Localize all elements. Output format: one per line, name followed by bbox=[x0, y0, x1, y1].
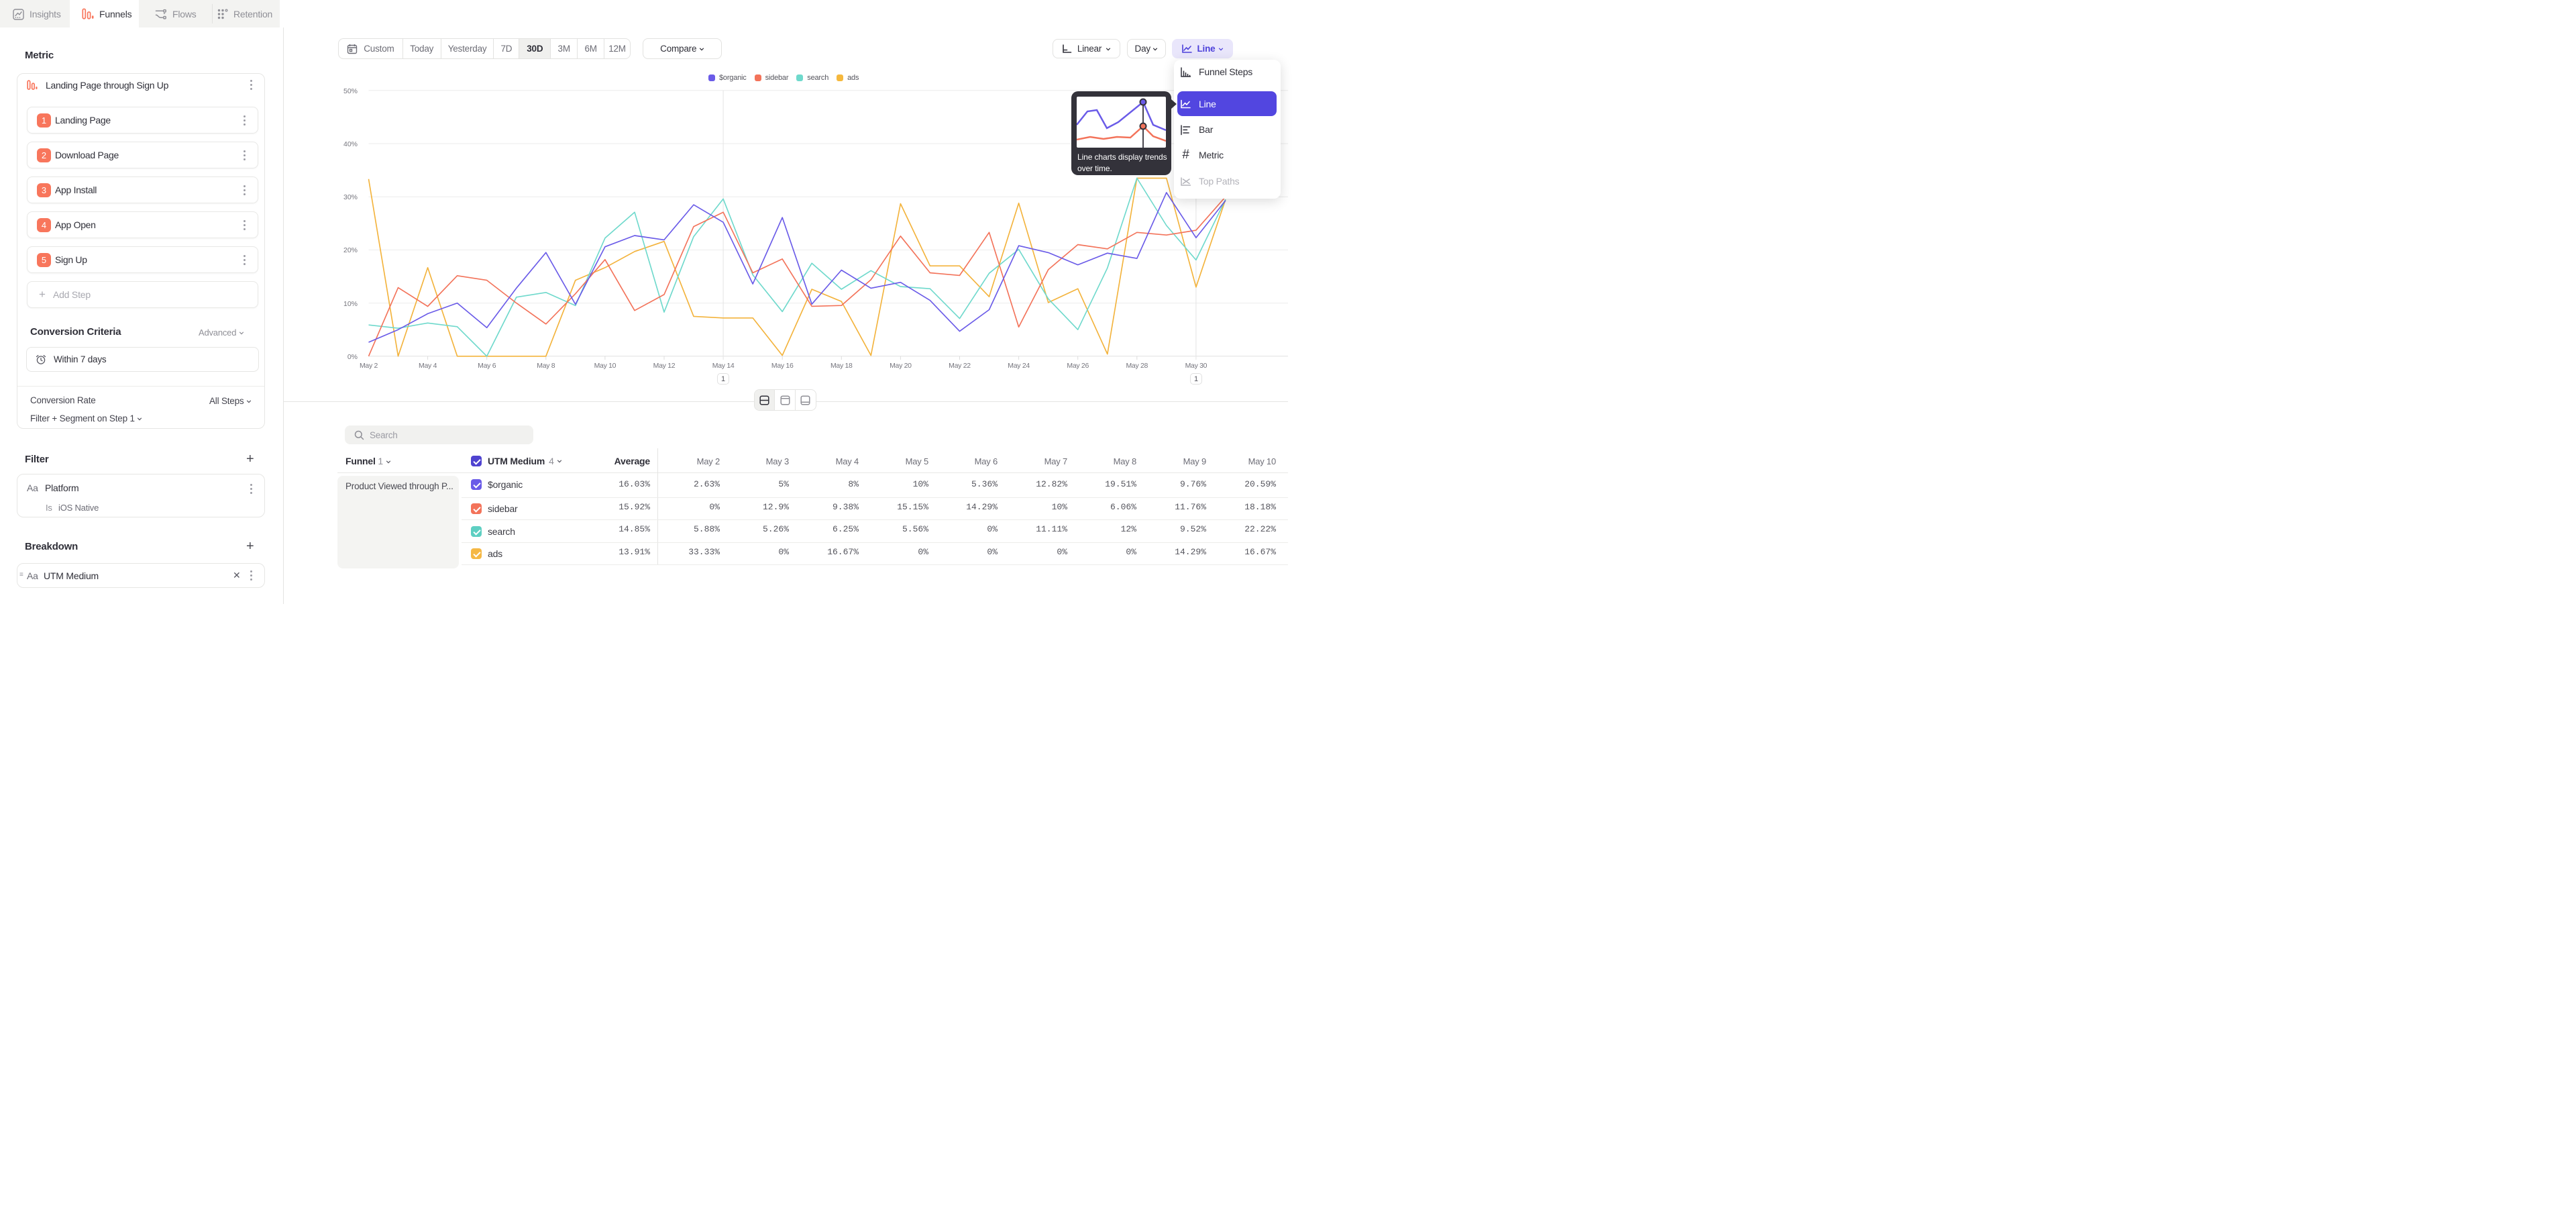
svg-text:May 18: May 18 bbox=[830, 362, 853, 370]
svg-text:May 22: May 22 bbox=[949, 362, 971, 370]
svg-text:May 16: May 16 bbox=[771, 362, 794, 370]
svg-text:May 12: May 12 bbox=[653, 362, 676, 370]
svg-text:May 10: May 10 bbox=[594, 362, 616, 370]
svg-text:May 26: May 26 bbox=[1067, 362, 1089, 370]
svg-text:May 4: May 4 bbox=[419, 362, 437, 370]
svg-text:20%: 20% bbox=[343, 246, 358, 254]
svg-text:50%: 50% bbox=[343, 87, 358, 95]
svg-text:May 24: May 24 bbox=[1008, 362, 1030, 370]
svg-text:May 28: May 28 bbox=[1126, 362, 1148, 370]
svg-text:May 20: May 20 bbox=[890, 362, 912, 370]
svg-text:30%: 30% bbox=[343, 193, 358, 201]
svg-text:May 2: May 2 bbox=[360, 362, 378, 370]
svg-text:May 6: May 6 bbox=[478, 362, 496, 370]
svg-text:0%: 0% bbox=[347, 353, 358, 361]
svg-text:May 30: May 30 bbox=[1185, 362, 1208, 370]
svg-text:10%: 10% bbox=[343, 300, 358, 308]
svg-text:May 14: May 14 bbox=[712, 362, 735, 370]
svg-text:40%: 40% bbox=[343, 140, 358, 148]
svg-text:May 8: May 8 bbox=[537, 362, 555, 370]
